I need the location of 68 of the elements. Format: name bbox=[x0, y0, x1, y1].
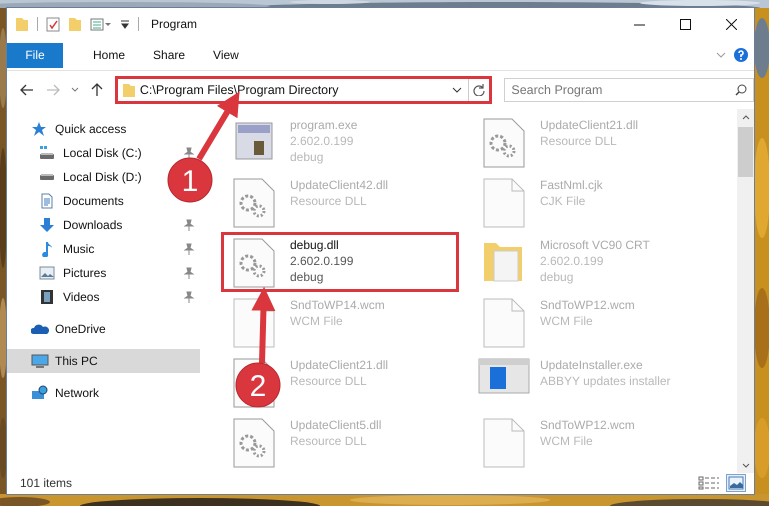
chevron-icon[interactable] bbox=[716, 52, 726, 58]
file-detail: debug bbox=[290, 269, 324, 285]
item-count: 101 items bbox=[20, 476, 74, 490]
pin-icon[interactable] bbox=[184, 219, 194, 231]
callout-badge bbox=[168, 158, 212, 202]
file-detail: ABBYY updates installer bbox=[540, 373, 671, 389]
file-detail: 2.602.0.199 bbox=[290, 133, 354, 149]
dropdown-icon[interactable] bbox=[120, 18, 130, 30]
sidebar-item[interactable]: Music bbox=[7, 237, 200, 261]
callout-badge bbox=[236, 362, 280, 408]
file-detail: Resource DLL bbox=[290, 433, 368, 449]
file-tile[interactable]: debug.dll 2.602.0.199 debug bbox=[222, 233, 458, 291]
file-name: UpdateClient5.dll bbox=[290, 417, 382, 433]
file-tab[interactable]: File bbox=[7, 42, 63, 68]
sidebar-item[interactable]: Pictures bbox=[7, 261, 200, 285]
file-detail: 2.602.0.199 bbox=[290, 253, 354, 269]
sidebar-item[interactable]: Network bbox=[7, 381, 106, 405]
callout-number: 2 bbox=[250, 370, 266, 403]
file-name: SndToWP12.wcm bbox=[540, 417, 635, 433]
sidebar-item[interactable]: Videos bbox=[7, 285, 200, 309]
recent-locations-icon[interactable] bbox=[68, 87, 81, 93]
properties-icon[interactable] bbox=[90, 16, 112, 32]
file-name: program.exe bbox=[290, 117, 358, 133]
file-detail: 2.602.0.199 bbox=[540, 253, 604, 269]
sidebar-item[interactable]: OneDrive bbox=[7, 317, 112, 341]
pin-icon[interactable] bbox=[184, 291, 194, 303]
scrollbar[interactable] bbox=[737, 109, 754, 473]
file-detail: CJK File bbox=[540, 193, 586, 209]
large-icons-view-icon[interactable] bbox=[726, 474, 746, 492]
file-detail: WCM File bbox=[540, 313, 594, 329]
sidebar-item[interactable]: Quick access bbox=[7, 117, 132, 141]
file-detail: WCM File bbox=[290, 313, 344, 329]
ribbon-tab[interactable]: Share bbox=[139, 44, 200, 66]
pin-icon[interactable] bbox=[184, 267, 194, 279]
sidebar-item[interactable]: Local Disk (C:) bbox=[7, 141, 200, 165]
file-name: SndToWP12.wcm bbox=[540, 297, 635, 313]
file-detail: WCM File bbox=[540, 433, 594, 449]
file-detail: debug bbox=[540, 269, 574, 285]
ribbon-tab[interactable]: Home bbox=[79, 44, 140, 66]
checkmark-icon[interactable] bbox=[46, 16, 60, 32]
file-name: UpdateClient21.dll bbox=[540, 117, 638, 133]
window-title: Program bbox=[151, 17, 198, 31]
ribbon-tab[interactable]: View bbox=[199, 44, 253, 66]
file-name: debug.dll bbox=[290, 237, 340, 253]
address-bar[interactable]: C:\Program Files\Program Directory bbox=[116, 78, 490, 102]
pin-icon[interactable] bbox=[184, 147, 194, 159]
sidebar-item[interactable]: Documents bbox=[7, 189, 130, 213]
file-name: UpdateClient42.dll bbox=[290, 177, 388, 193]
sidebar-item[interactable]: This PC bbox=[7, 349, 200, 373]
file-detail: debug bbox=[290, 149, 324, 165]
file-name: FastNml.cjk bbox=[540, 177, 603, 193]
file-detail: Resource DLL bbox=[290, 193, 368, 209]
file-detail: Resource DLL bbox=[290, 373, 368, 389]
pin-icon[interactable] bbox=[184, 243, 194, 255]
file-detail: Resource DLL bbox=[540, 133, 618, 149]
file-name: UpdateInstaller.exe bbox=[540, 357, 644, 373]
details-view-icon[interactable] bbox=[696, 474, 722, 492]
file-name: UpdateClient21.dll bbox=[290, 357, 388, 373]
sidebar-item[interactable]: Local Disk (D:) bbox=[7, 165, 148, 189]
help-icon[interactable] bbox=[734, 48, 748, 62]
callout-number: 1 bbox=[182, 165, 198, 198]
file-name: Microsoft VC90 CRT bbox=[540, 237, 650, 253]
folder-icon bbox=[122, 82, 136, 98]
computer-icon bbox=[31, 353, 51, 369]
sidebar-item[interactable]: Downloads bbox=[7, 213, 200, 237]
address-path: C:\Program Files\Program Directory bbox=[138, 83, 340, 97]
scrollbar-thumb[interactable] bbox=[738, 127, 753, 177]
file-name: SndToWP14.wcm bbox=[290, 297, 385, 313]
